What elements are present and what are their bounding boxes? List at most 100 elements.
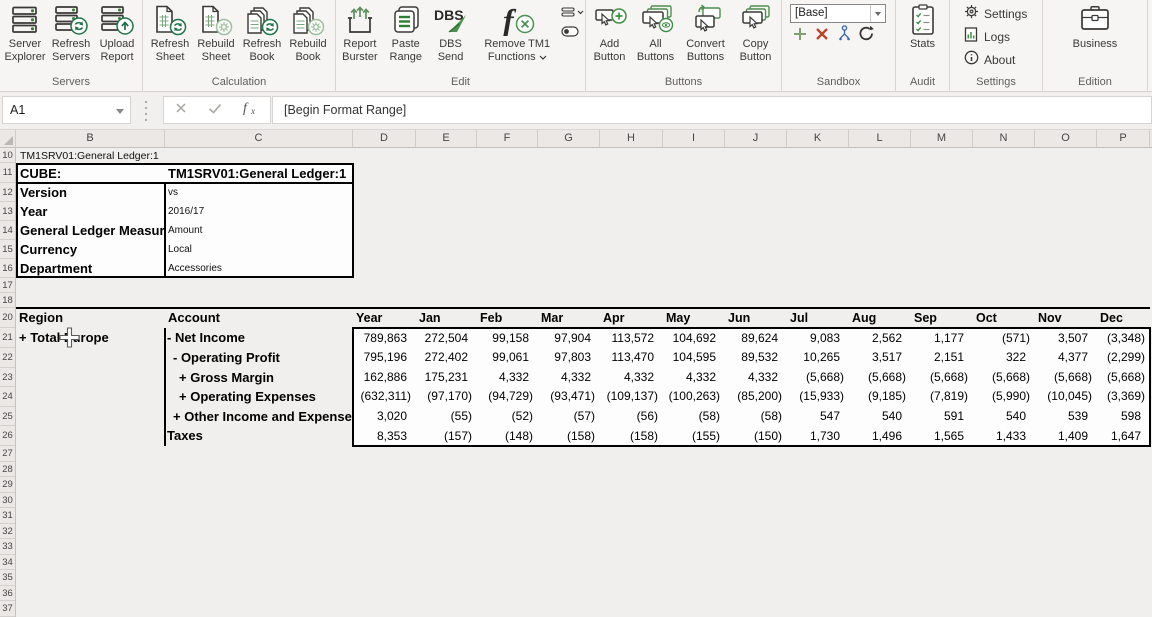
column-header-H[interactable]: H <box>600 130 663 147</box>
month-header-Feb[interactable]: Feb <box>480 308 538 328</box>
column-header-G[interactable]: G <box>538 130 600 147</box>
region-value[interactable]: + Total Europe <box>19 328 159 348</box>
row-header-25[interactable]: 25 <box>0 407 15 427</box>
column-header-F[interactable]: F <box>477 130 538 147</box>
name-box-dropdown-icon[interactable] <box>116 109 124 114</box>
row-header-34[interactable]: 34 <box>0 555 15 571</box>
account-cell-2[interactable]: + Gross Margin <box>179 368 353 388</box>
row-header-22[interactable]: 22 <box>0 348 15 368</box>
convert-buttons-button[interactable]: Convert Buttons <box>680 2 732 64</box>
row-header-13[interactable]: 13 <box>0 202 15 221</box>
row-header-30[interactable]: 30 <box>0 493 15 509</box>
column-header-O[interactable]: O <box>1035 130 1097 147</box>
paste-range-button[interactable]: Paste Range <box>384 2 428 64</box>
refresh-book-button[interactable]: Refresh Book <box>239 2 285 64</box>
column-header-J[interactable]: J <box>725 130 787 147</box>
column-header-K[interactable]: K <box>787 130 849 147</box>
month-header-Mar[interactable]: Mar <box>541 308 600 328</box>
display-options-dropdown[interactable] <box>561 6 585 24</box>
refresh-sheet-button[interactable]: Refresh Sheet <box>147 2 193 64</box>
row-header-20[interactable]: 20 <box>0 308 15 328</box>
name-box[interactable]: A1 <box>2 96 131 124</box>
region-header[interactable]: Region <box>19 308 159 328</box>
month-header-May[interactable]: May <box>666 308 725 328</box>
account-cell-4[interactable]: + Other Income and Expense <box>173 407 353 427</box>
add-button-button[interactable]: Add Button <box>588 2 632 64</box>
rebuild-sheet-button[interactable]: Rebuild Sheet <box>193 2 239 64</box>
account-cell-1[interactable]: - Operating Profit <box>173 348 353 368</box>
account-header[interactable]: Account <box>168 308 348 328</box>
sandbox-combo-dropdown[interactable] <box>870 5 885 22</box>
column-header-L[interactable]: L <box>849 130 911 147</box>
month-header-Aug[interactable]: Aug <box>852 308 911 328</box>
row-header-10[interactable]: 10 <box>0 148 15 163</box>
cancel-icon[interactable] <box>175 101 187 119</box>
select-all-corner[interactable] <box>0 130 16 147</box>
row-header-36[interactable]: 36 <box>0 586 15 602</box>
column-header-D[interactable]: D <box>353 130 416 147</box>
month-header-Apr[interactable]: Apr <box>603 308 663 328</box>
account-cell-5[interactable]: Taxes <box>167 426 353 446</box>
sandbox-commit-icon[interactable] <box>837 25 852 47</box>
column-header-P[interactable]: P <box>1097 130 1150 147</box>
formula-input[interactable]: [Begin Format Range] <box>272 96 1152 124</box>
column-header-N[interactable]: N <box>973 130 1035 147</box>
cell-b10[interactable]: TM1SRV01:General Ledger:1 <box>20 149 320 163</box>
account-cell-0[interactable]: - Net Income <box>167 328 353 348</box>
row-header-12[interactable]: 12 <box>0 183 15 202</box>
row-header-26[interactable]: 26 <box>0 426 15 446</box>
report-burster-button[interactable]: Report Burster <box>336 2 384 64</box>
refresh-servers-button[interactable]: Refresh Servers <box>48 2 94 64</box>
row-header-29[interactable]: 29 <box>0 477 15 493</box>
row-header-17[interactable]: 17 <box>0 278 15 293</box>
row-header-35[interactable]: 35 <box>0 570 15 586</box>
column-header-M[interactable]: M <box>911 130 973 147</box>
column-header-B[interactable]: B <box>16 130 165 147</box>
column-header-C[interactable]: C <box>165 130 353 147</box>
month-header-Jan[interactable]: Jan <box>419 308 477 328</box>
month-header-Jun[interactable]: Jun <box>728 308 787 328</box>
account-cell-3[interactable]: + Operating Expenses <box>179 387 353 407</box>
row-header-32[interactable]: 32 <box>0 524 15 540</box>
row-header-28[interactable]: 28 <box>0 462 15 478</box>
column-header-E[interactable]: E <box>416 130 477 147</box>
upload-report-button[interactable]: Upload Report <box>94 2 140 64</box>
logs-menu-item[interactable]: Logs <box>964 27 1010 47</box>
month-header-Jul[interactable]: Jul <box>790 308 849 328</box>
sandbox-reset-icon[interactable] <box>858 25 875 47</box>
row-header-11[interactable]: 11 <box>0 163 15 183</box>
month-header-Dec[interactable]: Dec <box>1100 308 1150 328</box>
settings-menu-item[interactable]: Settings <box>964 4 1027 24</box>
row-header-14[interactable]: 14 <box>0 221 15 240</box>
row-header-15[interactable]: 15 <box>0 240 15 259</box>
row-header-21[interactable]: 21 <box>0 328 15 348</box>
row-header-18[interactable]: 18 <box>0 293 15 308</box>
row-header-23[interactable]: 23 <box>0 368 15 388</box>
month-header-Nov[interactable]: Nov <box>1038 308 1097 328</box>
row-header-37[interactable]: 37 <box>0 601 15 617</box>
month-header-Year[interactable]: Year <box>356 308 416 328</box>
rebuild-book-button[interactable]: Rebuild Book <box>285 2 331 64</box>
month-header-Sep[interactable]: Sep <box>914 308 973 328</box>
stats-button[interactable]: Stats <box>898 2 948 51</box>
column-header-I[interactable]: I <box>663 130 725 147</box>
server-explorer-button[interactable]: Server Explorer <box>2 2 48 64</box>
row-header-27[interactable]: 27 <box>0 446 15 462</box>
row-header-24[interactable]: 24 <box>0 387 15 407</box>
row-header-33[interactable]: 33 <box>0 539 15 555</box>
row-header-16[interactable]: 16 <box>0 259 15 278</box>
dbs-send-button[interactable]: DBS DBS Send <box>428 2 474 64</box>
toggle-switch[interactable] <box>561 24 579 42</box>
all-buttons-button[interactable]: All Buttons <box>632 2 680 64</box>
copy-button-button[interactable]: Copy Button <box>732 2 780 64</box>
business-button[interactable]: Business <box>1065 2 1125 51</box>
about-menu-item[interactable]: About <box>964 50 1015 70</box>
enter-icon[interactable] <box>208 101 222 119</box>
insert-function-icon[interactable]: fx <box>243 100 260 120</box>
row-header-31[interactable]: 31 <box>0 508 15 524</box>
sandbox-delete-icon[interactable] <box>814 26 830 47</box>
month-header-Oct[interactable]: Oct <box>976 308 1035 328</box>
remove-tm1-functions-button[interactable]: f Remove TM1 Functions <box>473 2 561 64</box>
sandbox-create-icon[interactable] <box>792 26 808 47</box>
sandbox-combo[interactable]: [Base] <box>790 4 886 23</box>
